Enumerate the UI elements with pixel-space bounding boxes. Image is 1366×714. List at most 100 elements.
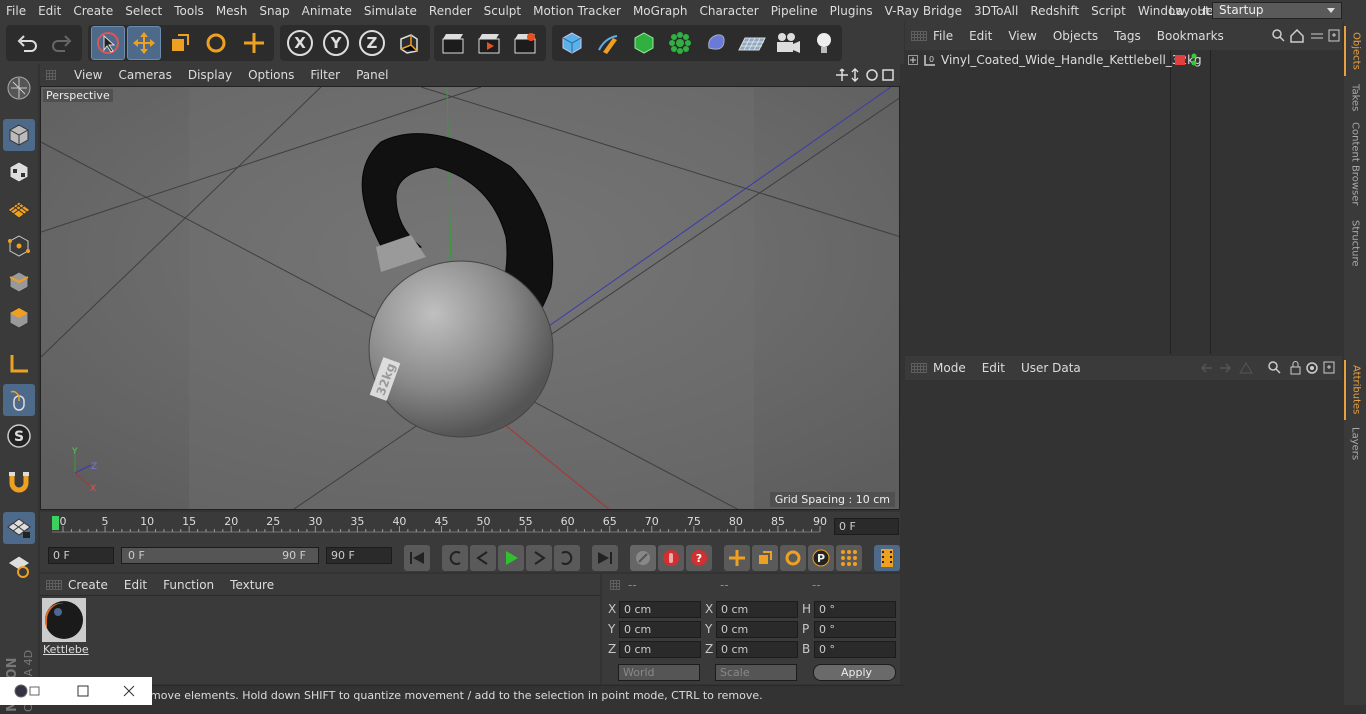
object-menu-view[interactable]: View [1000, 29, 1044, 43]
transform-tool-button[interactable] [237, 26, 271, 60]
menu-edit[interactable]: Edit [32, 4, 67, 18]
camera-button[interactable] [771, 26, 805, 60]
object-menu-objects[interactable]: Objects [1045, 29, 1106, 43]
frame-range-slider[interactable]: 0 F 90 F [121, 547, 319, 564]
viewport-menu-options[interactable]: Options [240, 68, 302, 82]
go-to-start-button[interactable] [404, 545, 430, 571]
rot-h-field[interactable]: 0 ° [814, 601, 896, 618]
panel-grip-icon[interactable] [46, 580, 62, 590]
material-menu-create[interactable]: Create [60, 578, 116, 592]
object-menu-file[interactable]: File [925, 29, 961, 43]
motion-record-button[interactable] [630, 545, 656, 571]
visibility-dots-icon[interactable] [1190, 53, 1198, 67]
material-menu-edit[interactable]: Edit [116, 578, 155, 592]
viewport-menu-filter[interactable]: Filter [302, 68, 348, 82]
deformer-button[interactable] [699, 26, 733, 60]
end-frame-field[interactable]: 90 F [326, 547, 392, 564]
rotate-tool-button[interactable] [199, 26, 233, 60]
viewport-menu-cameras[interactable]: Cameras [110, 68, 179, 82]
object-menu-edit[interactable]: Edit [961, 29, 1000, 43]
menu-character[interactable]: Character [693, 4, 764, 18]
z-axis-button[interactable]: Z [355, 26, 389, 60]
size-z-field[interactable]: 0 cm [716, 641, 798, 658]
expand-icon[interactable] [908, 55, 918, 65]
tab-content-browser[interactable]: Content Browser [1344, 120, 1366, 208]
pen-button[interactable] [591, 26, 625, 60]
attr-menu-mode[interactable]: Mode [925, 361, 974, 375]
y-axis-button[interactable]: Y [319, 26, 353, 60]
attribute-nav-icons[interactable] [1200, 361, 1340, 375]
object-row[interactable]: 0 Vinyl_Coated_Wide_Handle_Kettlebell_32… [905, 51, 1342, 71]
cube-button[interactable] [555, 26, 589, 60]
menu-plugins[interactable]: Plugins [824, 4, 879, 18]
attr-menu-edit[interactable]: Edit [974, 361, 1013, 375]
menu-render[interactable]: Render [423, 4, 478, 18]
menu-motion-tracker[interactable]: Motion Tracker [527, 4, 627, 18]
menu-mograph[interactable]: MoGraph [627, 4, 694, 18]
key-parameter-button[interactable]: P [808, 545, 834, 571]
workplane-mode-button[interactable] [3, 192, 35, 224]
rot-b-field[interactable]: 0 ° [814, 641, 896, 658]
undo-button[interactable] [10, 26, 44, 60]
model-mode-button[interactable] [3, 119, 35, 151]
menu-tools[interactable]: Tools [168, 4, 210, 18]
panel-grip-icon[interactable] [46, 70, 56, 80]
size-y-field[interactable]: 0 cm [716, 621, 798, 638]
tab-layers[interactable]: Layers [1344, 424, 1366, 464]
object-manager-nav-icons[interactable] [1272, 29, 1340, 43]
scale-tool-button[interactable] [163, 26, 197, 60]
menu-3dtoall[interactable]: 3DToAll [968, 4, 1024, 18]
menu-file[interactable]: File [0, 4, 32, 18]
light-button[interactable] [807, 26, 841, 60]
current-frame-field[interactable]: 0 F [834, 518, 899, 535]
tab-objects[interactable]: Objects [1344, 26, 1366, 76]
maximize-icon[interactable] [77, 685, 89, 697]
floor-button[interactable] [735, 26, 769, 60]
size-mode-select[interactable]: Scale [715, 664, 797, 681]
viewport-menu-display[interactable]: Display [180, 68, 240, 82]
timeline-ruler[interactable]: 0 5 10 15 20 25 30 35 40 45 50 55 60 65 70 75 80 85 90 0 F [40, 512, 900, 542]
menu-pipeline[interactable]: Pipeline [765, 4, 824, 18]
menu-vray-bridge[interactable]: V-Ray Bridge [879, 4, 968, 18]
viewport-camera-label[interactable]: Perspective [43, 89, 113, 102]
render-to-picture-viewer-button[interactable] [472, 26, 506, 60]
key-scale-button[interactable] [752, 545, 778, 571]
3d-viewport[interactable]: 32kg Y Z X Perspective Grid Spacing : 10… [40, 86, 900, 510]
axis-mode-button[interactable] [3, 348, 35, 380]
c4d-app-icon[interactable] [14, 684, 44, 698]
auto-keying-button[interactable]: ? [686, 545, 712, 571]
snap-button[interactable] [3, 466, 35, 498]
x-axis-button[interactable]: X [283, 26, 317, 60]
lock-workplane-button[interactable] [3, 512, 35, 544]
previous-key-button[interactable] [442, 545, 468, 571]
material-menu-texture[interactable]: Texture [222, 578, 282, 592]
panel-grip-icon[interactable] [911, 31, 927, 41]
previous-frame-button[interactable] [470, 545, 496, 571]
move-tool-button[interactable] [127, 26, 161, 60]
menu-redshift[interactable]: Redshift [1024, 4, 1085, 18]
timeline-button[interactable] [874, 545, 900, 571]
pos-x-field[interactable]: 0 cm [619, 601, 701, 618]
rot-p-field[interactable]: 0 ° [814, 621, 896, 638]
menu-snap[interactable]: Snap [253, 4, 295, 18]
redo-button[interactable] [45, 26, 79, 60]
start-frame-field[interactable]: 0 F [48, 547, 114, 564]
live-selection-button[interactable] [91, 26, 125, 60]
apply-button[interactable]: Apply [813, 664, 896, 681]
attr-menu-user-data[interactable]: User Data [1013, 361, 1089, 375]
menu-select[interactable]: Select [119, 4, 168, 18]
menu-script[interactable]: Script [1085, 4, 1132, 18]
size-x-field[interactable]: 0 cm [716, 601, 798, 618]
menu-create[interactable]: Create [67, 4, 119, 18]
viewport-menu-view[interactable]: View [66, 68, 110, 82]
menu-mesh[interactable]: Mesh [210, 4, 254, 18]
coordinate-system-button[interactable] [392, 26, 426, 60]
close-icon[interactable] [123, 685, 135, 697]
key-pla-button[interactable] [836, 545, 862, 571]
object-menu-bookmarks[interactable]: Bookmarks [1149, 29, 1232, 43]
tab-attributes[interactable]: Attributes [1344, 360, 1366, 420]
panel-grip-icon[interactable] [911, 363, 927, 373]
polygons-mode-button[interactable] [3, 302, 35, 334]
tab-structure[interactable]: Structure [1344, 214, 1366, 272]
coord-system-select[interactable]: World [618, 664, 700, 681]
